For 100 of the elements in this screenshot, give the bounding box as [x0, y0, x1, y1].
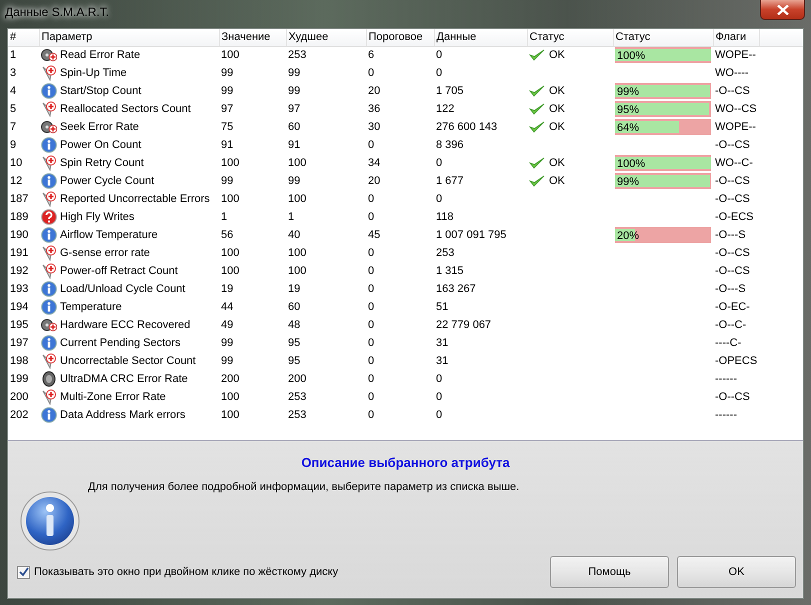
- close-button[interactable]: [760, 0, 805, 20]
- table-cell: 40: [288, 228, 300, 241]
- table-cell: 118: [436, 210, 454, 223]
- attribute-id: 7: [10, 120, 16, 133]
- status-text: OK: [549, 156, 565, 171]
- flags-text: -O--C-: [715, 318, 746, 331]
- health-percent: 64%: [617, 121, 640, 136]
- table-cell: 1 315: [436, 264, 464, 277]
- table-cell: 0: [436, 192, 442, 205]
- pin-icon: [41, 263, 57, 279]
- table-cell: 30: [368, 120, 380, 133]
- table-cell: 99: [221, 336, 234, 349]
- table-cell: 0: [368, 390, 374, 403]
- disk-icon: [41, 47, 57, 64]
- table-cell: 0: [368, 66, 374, 79]
- table-cell: 100: [221, 246, 240, 259]
- info-icon: [41, 407, 57, 423]
- show-window-checkbox[interactable]: [17, 566, 30, 578]
- column-header[interactable]: Данные: [434, 29, 527, 46]
- table-cell: 0: [368, 192, 374, 205]
- table-cell: 20: [368, 84, 380, 97]
- attribute-name: Temperature: [60, 300, 122, 315]
- flags-text: -O--CS: [715, 138, 750, 151]
- attribute-name: Airflow Temperature: [60, 228, 158, 243]
- column-header[interactable]: Значение: [219, 29, 286, 46]
- flags-text: -O--CS: [715, 84, 750, 97]
- close-icon: [776, 4, 788, 14]
- attribute-name: Data Address Mark errors: [60, 408, 186, 423]
- attribute-name: Power-off Retract Count: [60, 264, 178, 279]
- attribute-id: 193: [10, 282, 28, 295]
- table-cell: 100: [221, 156, 240, 169]
- table-cell: 99: [221, 354, 234, 367]
- attribute-id: 194: [10, 300, 28, 313]
- flags-text: -O--CS: [715, 390, 750, 403]
- flags-text: -O---S: [715, 228, 746, 241]
- column-header[interactable]: Параметр: [39, 29, 219, 46]
- table-cell: 253: [288, 408, 306, 421]
- table-cell: 99: [288, 66, 300, 79]
- attribute-id: 189: [10, 210, 28, 223]
- table-cell: 99: [221, 66, 234, 79]
- description-title: Описание выбранного атрибута: [300, 454, 511, 472]
- pin-icon: [41, 65, 57, 81]
- table-cell: 91: [288, 138, 300, 151]
- table-cell: 1 007 091 795: [436, 228, 506, 241]
- column-header[interactable]: Статус: [613, 29, 713, 46]
- table-cell: 0: [368, 372, 374, 385]
- column-header[interactable]: Статус: [527, 29, 613, 46]
- attribute-name: UltraDMA CRC Error Rate: [60, 372, 188, 387]
- table-cell: 100: [288, 264, 306, 277]
- flags-text: WO--CS: [715, 102, 757, 115]
- attribute-id: 192: [10, 264, 28, 277]
- flags-text: ----C-: [715, 336, 742, 349]
- table-cell: 6: [368, 49, 374, 61]
- status-text: OK: [549, 120, 565, 135]
- flags-text: WO----: [715, 66, 749, 79]
- attribute-id: 5: [10, 102, 16, 115]
- attribute-id: 198: [10, 354, 28, 367]
- table-cell: 200: [288, 372, 306, 385]
- disk-icon: [41, 317, 57, 333]
- column-header[interactable]: Флаги: [713, 29, 759, 46]
- table-cell: 45: [368, 228, 380, 241]
- table-cell: 0: [436, 156, 442, 169]
- table-cell: 100: [288, 192, 306, 205]
- dialog-button[interactable]: OK: [677, 556, 796, 588]
- column-header[interactable]: Пороговое: [366, 29, 434, 46]
- disk-icon: [41, 371, 57, 387]
- table-cell: 100: [288, 246, 306, 259]
- table-cell: 99: [221, 174, 234, 187]
- attribute-name: Load/Unload Cycle Count: [60, 282, 186, 297]
- flags-text: ------: [715, 408, 737, 421]
- column-header[interactable]: #: [8, 29, 39, 46]
- info-icon: [41, 173, 57, 189]
- table-cell: 100: [221, 49, 240, 61]
- check-icon: [529, 157, 545, 169]
- table-cell: 200: [221, 372, 240, 385]
- table-cell: 122: [436, 102, 454, 115]
- check-icon: [529, 103, 545, 115]
- flags-text: ------: [715, 372, 737, 385]
- health-percent: 95%: [617, 103, 640, 118]
- attribute-id: 4: [10, 84, 16, 97]
- table-cell: 51: [436, 300, 448, 313]
- table-cell: 60: [288, 300, 300, 313]
- dialog-button[interactable]: Помощь: [550, 556, 669, 588]
- check-icon: [529, 175, 545, 187]
- info-icon: [41, 137, 57, 153]
- table-cell: 0: [368, 264, 374, 277]
- flags-text: -O--CS: [715, 246, 750, 259]
- info-icon: [41, 335, 57, 351]
- question-icon: [41, 209, 57, 225]
- table-cell: 34: [368, 156, 380, 169]
- attribute-id: 12: [10, 174, 22, 187]
- table-cell: 100: [288, 156, 306, 169]
- attribute-id: 190: [10, 228, 28, 241]
- table-cell: 31: [436, 354, 448, 367]
- description-text: Для получения более подробной информации, выберите параметр из списка выше.: [88, 480, 520, 494]
- health-percent: 100%: [617, 157, 646, 172]
- column-header[interactable]: Худшее: [286, 29, 366, 46]
- check-icon: [529, 49, 545, 62]
- table-cell: 0: [368, 408, 374, 421]
- attribute-name: Power On Count: [60, 138, 142, 153]
